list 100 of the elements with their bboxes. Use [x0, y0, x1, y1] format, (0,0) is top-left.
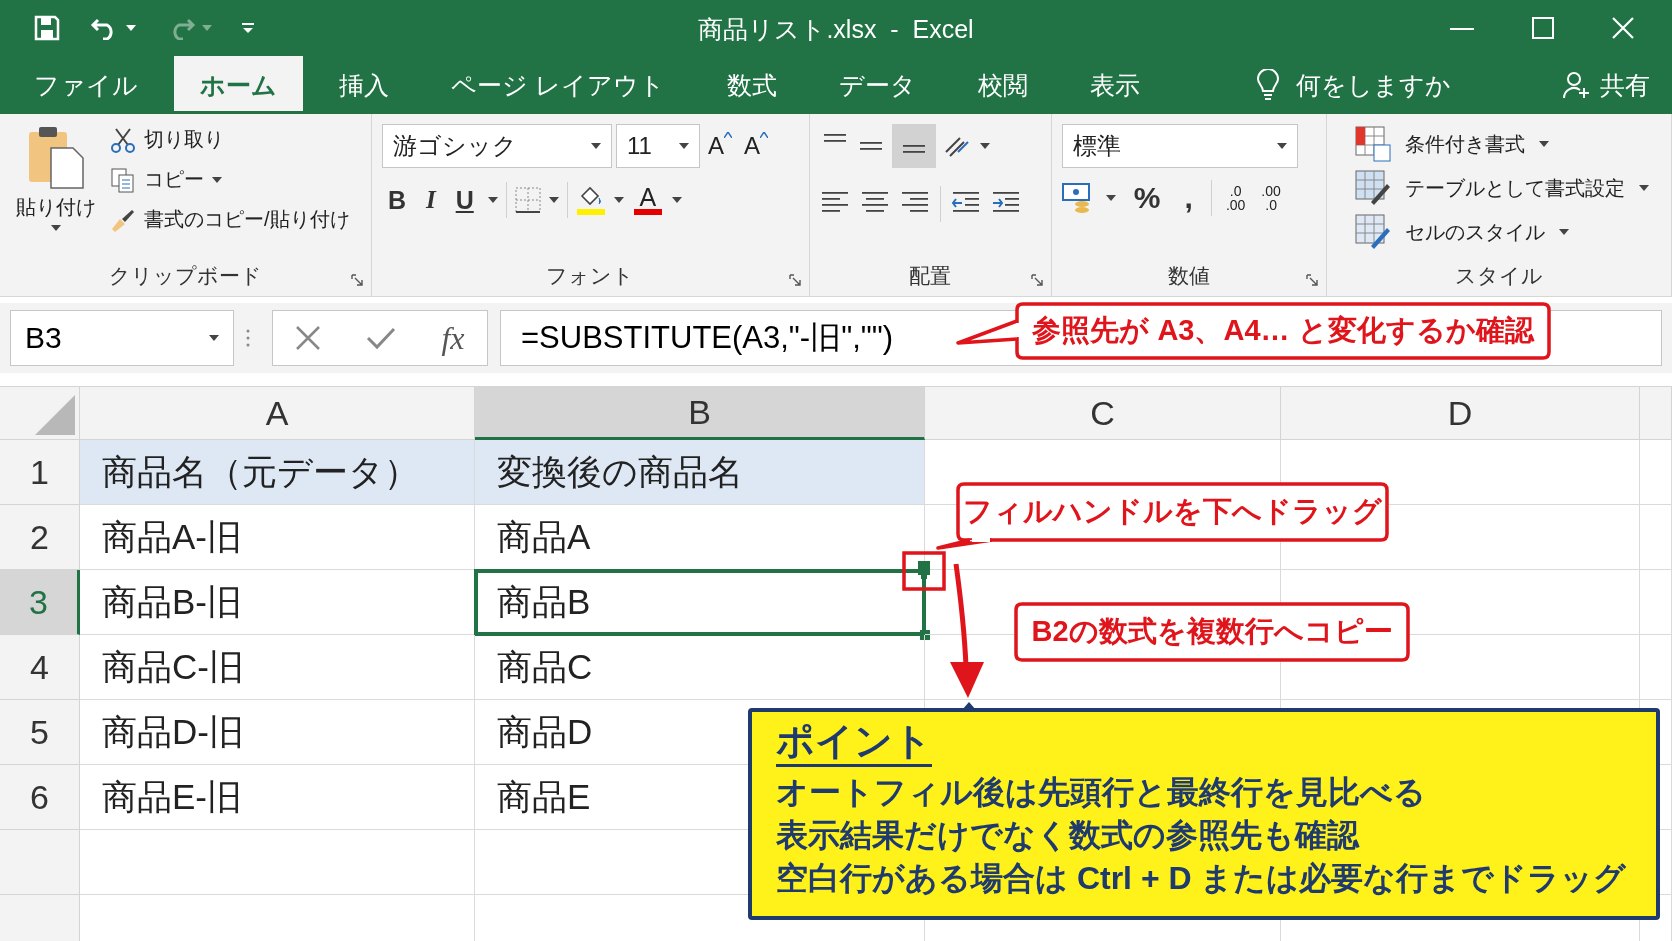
italic-button[interactable]: I	[419, 186, 442, 214]
tell-me-field[interactable]: 何をしますか	[1295, 68, 1451, 102]
column-header[interactable]: D	[1281, 387, 1640, 440]
caret-icon[interactable]	[590, 143, 601, 149]
maximize-icon[interactable]	[1532, 17, 1554, 39]
cell-styles-button[interactable]: セルのスタイル	[1351, 212, 1654, 252]
row-header[interactable]: 2	[0, 505, 80, 570]
caret-icon[interactable]	[678, 143, 689, 149]
ribbon-tab[interactable]: ファイル	[8, 56, 164, 114]
ribbon-tab[interactable]: 数式	[700, 56, 803, 114]
table-cell: 商品A-旧	[80, 505, 475, 570]
caret-icon[interactable]	[979, 143, 990, 149]
fill-color-icon[interactable]	[575, 184, 606, 216]
share-button[interactable]: 共有	[1556, 56, 1672, 114]
ribbon-tab[interactable]: 表示	[1063, 56, 1166, 114]
paste-button[interactable]: 貼り付け	[10, 124, 102, 256]
caret-icon[interactable]	[548, 197, 559, 203]
point-text: 空白行がある場合は Ctrl + D または必要な行までドラッグ	[776, 859, 1628, 898]
number-format-dropdown[interactable]: 標準	[1061, 124, 1298, 168]
font-color-button[interactable]: A	[631, 185, 664, 215]
ribbon-tab[interactable]: 校閲	[951, 56, 1054, 114]
caret-icon[interactable]	[1639, 185, 1650, 191]
row-header[interactable]: 4	[0, 635, 80, 700]
caret-icon[interactable]	[212, 176, 222, 183]
window-title: 商品リスト.xlsx - Excel	[698, 15, 974, 43]
decimal-bottom: .00	[1225, 198, 1246, 212]
ribbon-tab[interactable]: ページ レイアウト	[425, 56, 691, 114]
dialog-launcher-icon[interactable]	[1306, 274, 1319, 286]
cancel-icon[interactable]	[295, 325, 322, 351]
caret-icon[interactable]	[209, 335, 219, 341]
underline-button[interactable]: U	[449, 185, 480, 215]
table-cell: 商品C	[475, 635, 925, 700]
callout-text: フィルハンドルを下へドラッグ	[963, 494, 1382, 529]
table-cell: 商品B-旧	[80, 570, 475, 635]
customize-caret-icon[interactable]	[242, 22, 254, 34]
caret-icon[interactable]	[1559, 229, 1570, 235]
close-icon[interactable]	[1612, 17, 1634, 39]
ribbon-tab[interactable]: データ	[812, 56, 942, 114]
column-header[interactable]: C	[925, 387, 1281, 440]
format-painter-button[interactable]: 書式のコピー/貼り付け	[106, 204, 354, 235]
fill-handle-icon[interactable]	[920, 630, 930, 640]
table-cell: 商品C-旧	[80, 635, 475, 700]
font-size-dropdown[interactable]: 11	[615, 124, 700, 168]
lightbulb-icon[interactable]	[1255, 69, 1280, 101]
caret-icon[interactable]	[126, 25, 136, 31]
increase-decimal-button[interactable]: .0 .00	[1223, 184, 1248, 212]
callout-text: B2の数式を複数行へコピー	[1031, 614, 1393, 649]
row-header[interactable]: 3	[0, 570, 80, 635]
ribbon-tab[interactable]: ホーム	[174, 56, 303, 114]
save-icon[interactable]	[34, 15, 60, 41]
font-size: 11	[626, 132, 652, 160]
insert-function-button[interactable]: fx	[441, 319, 465, 357]
caret-icon[interactable]	[613, 197, 624, 203]
dialog-launcher-icon[interactable]	[1030, 274, 1043, 286]
percent-button[interactable]: %	[1127, 181, 1167, 215]
table-cell: 変換後の商品名	[475, 440, 925, 505]
grow-font-button[interactable]: A	[703, 132, 736, 160]
table-cell: 商品E-旧	[80, 765, 475, 830]
caret-icon[interactable]	[51, 225, 61, 231]
check-icon[interactable]	[366, 326, 397, 350]
font-name-dropdown[interactable]: 游ゴシック	[381, 124, 612, 168]
caret-icon[interactable]	[487, 197, 498, 203]
dialog-launcher-icon[interactable]	[350, 274, 363, 286]
decimal-top: .00	[1261, 184, 1281, 198]
borders-icon[interactable]	[514, 187, 541, 213]
format-as-table-button[interactable]: テーブルとして書式設定	[1351, 168, 1654, 208]
decimal-top: .0	[1229, 184, 1242, 198]
copy-icon	[110, 166, 136, 193]
row-header[interactable]: 5	[0, 700, 80, 765]
shrink-font-button[interactable]: A	[739, 132, 772, 160]
formula-text: =SUBSTITUTE(A3,"-旧","")	[521, 319, 894, 357]
ribbon-tab[interactable]: 挿入	[313, 56, 415, 114]
caret-icon[interactable]	[671, 197, 682, 203]
caret-icon[interactable]	[1276, 143, 1287, 149]
decrease-decimal-button[interactable]: .00 .0	[1259, 184, 1283, 212]
bold-button[interactable]: B	[381, 185, 412, 215]
name-box[interactable]: B3	[10, 310, 234, 366]
cell-reference: B3	[25, 321, 62, 355]
decimal-bottom: .0	[1265, 198, 1277, 212]
conditional-format-icon	[1355, 126, 1392, 162]
caret-icon[interactable]	[1539, 141, 1550, 147]
row-header[interactable]: 6	[0, 765, 80, 830]
clipboard-icon	[27, 124, 85, 190]
cut-button[interactable]: 切り取り	[106, 124, 354, 155]
caret-icon[interactable]	[1105, 195, 1116, 201]
column-header[interactable]: A	[80, 387, 475, 440]
group-label: フォント	[546, 263, 635, 289]
table-cell: 商品名（元データ）	[80, 440, 475, 505]
dialog-launcher-icon[interactable]	[788, 274, 801, 286]
column-header[interactable]: B	[475, 387, 925, 440]
copy-button[interactable]: コピー	[106, 164, 354, 195]
conditional-formatting-button[interactable]: 条件付き書式	[1351, 124, 1654, 164]
drag-handle-icon[interactable]	[246, 328, 250, 348]
caret-up-icon	[759, 132, 768, 138]
align-bottom-icon[interactable]	[891, 124, 936, 168]
font-name: 游ゴシック	[392, 131, 517, 161]
table-format-icon	[1355, 170, 1392, 206]
font-color-bar-icon	[633, 209, 662, 215]
row-header[interactable]: 1	[0, 440, 80, 505]
comma-button[interactable]: ,	[1178, 181, 1199, 215]
